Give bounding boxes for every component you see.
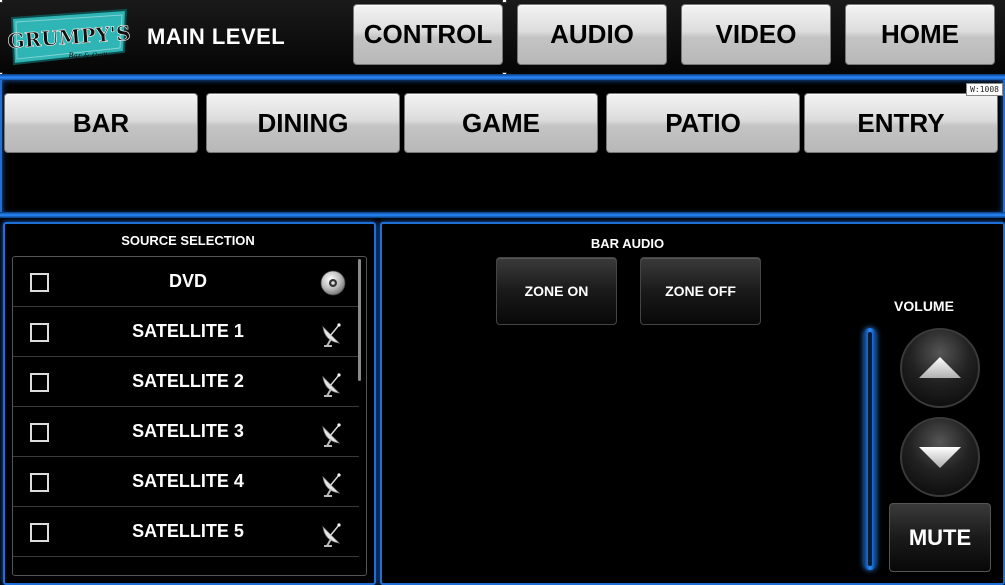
source-checkbox[interactable]	[30, 423, 49, 442]
satellite-dish-icon	[322, 373, 341, 397]
svg-text:Bar & Grill: Bar & Grill	[68, 52, 108, 60]
source-label: SATELLITE 5	[132, 521, 244, 541]
source-item-satellite-2[interactable]: SATELLITE 2	[13, 357, 359, 407]
satellite-dish-icon	[322, 523, 341, 547]
volume-bar-fill	[868, 332, 872, 566]
width-tag: W:1008	[966, 83, 1003, 96]
disc-icon	[320, 270, 346, 296]
zone-off-button[interactable]: ZONE OFF	[640, 257, 761, 325]
audio-title: BAR AUDIO	[590, 236, 665, 251]
nav-home-button[interactable]: HOME	[845, 4, 995, 65]
room-patio-button[interactable]: PATIO	[606, 93, 800, 153]
room-entry-button[interactable]: ENTRY	[804, 93, 998, 153]
triangle-up-icon	[919, 357, 961, 378]
room-divider	[0, 212, 1005, 218]
source-label: DVD	[168, 271, 207, 291]
source-list[interactable]: DVD SATELLITE 1 SATELLITE 2 SATELLITE 3 …	[12, 256, 367, 576]
volume-down-button[interactable]	[900, 417, 980, 497]
source-selection-title: SOURCE SELECTION	[121, 233, 255, 248]
triangle-down-icon	[919, 447, 961, 468]
satellite-dish-icon	[322, 323, 341, 347]
source-item-satellite-4[interactable]: SATELLITE 4	[13, 457, 359, 507]
source-label: SATELLITE 3	[132, 421, 244, 441]
selection-handle	[502, 0, 507, 3]
room-dining-button[interactable]: DINING	[206, 93, 400, 153]
volume-label: VOLUME	[894, 298, 954, 314]
source-label: SATELLITE 1	[132, 321, 244, 341]
volume-up-button[interactable]	[900, 328, 980, 408]
room-bar-button[interactable]: BAR	[4, 93, 198, 153]
nav-control-button[interactable]: CONTROL	[353, 4, 503, 65]
satellite-dish-icon	[322, 423, 341, 447]
source-item-partial	[13, 557, 359, 575]
selection-handle	[0, 0, 3, 3]
nav-video-button[interactable]: VIDEO	[681, 4, 831, 65]
mute-button[interactable]: MUTE	[889, 503, 991, 572]
source-checkbox[interactable]	[30, 373, 49, 392]
satellite-dish-icon	[322, 473, 341, 497]
source-checkbox[interactable]	[30, 273, 49, 292]
source-label: SATELLITE 4	[132, 471, 244, 491]
source-item-satellite-3[interactable]: SATELLITE 3	[13, 407, 359, 457]
source-checkbox[interactable]	[30, 323, 49, 342]
source-item-satellite-1[interactable]: SATELLITE 1	[13, 307, 359, 357]
page-title: MAIN LEVEL	[147, 24, 286, 49]
grumpys-logo: GRUMPY'S Bar & Grill	[8, 8, 130, 66]
room-game-button[interactable]: GAME	[404, 93, 598, 153]
source-checkbox[interactable]	[30, 473, 49, 492]
nav-audio-button[interactable]: AUDIO	[517, 4, 667, 65]
source-item-dvd[interactable]: DVD	[13, 257, 359, 307]
source-item-satellite-5[interactable]: SATELLITE 5	[13, 507, 359, 557]
source-label: SATELLITE 2	[132, 371, 244, 391]
source-checkbox[interactable]	[30, 523, 49, 542]
top-header: GRUMPY'S Bar & Grill MAIN LEVEL CONTROL …	[0, 0, 1005, 74]
source-scrollbar-thumb[interactable]	[358, 259, 361, 381]
zone-on-button[interactable]: ZONE ON	[496, 257, 617, 325]
